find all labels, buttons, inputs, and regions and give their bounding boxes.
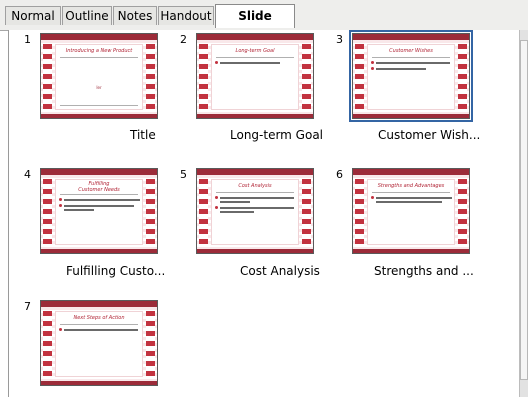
slide-thumb-subtitle: Ier bbox=[96, 85, 102, 90]
slide-number: 5 bbox=[180, 168, 187, 181]
slide-thumb-title: Fulfilling Customer Needs bbox=[78, 181, 120, 193]
view-tabbar: Normal Outline Notes Handout Slide Sorte… bbox=[0, 0, 528, 45]
slide-thumbnail-5[interactable]: Cost Analysis bbox=[196, 168, 314, 254]
slide-number: 2 bbox=[180, 33, 187, 46]
slide-caption: Strengths and ... bbox=[374, 264, 474, 278]
slide-number: 1 bbox=[24, 33, 31, 46]
slide-thumb-title: Long-term Goal bbox=[235, 48, 275, 54]
slide-thumbnail-1[interactable]: Introducing a New Product Ier bbox=[40, 33, 158, 119]
slide-caption: Customer Wish... bbox=[378, 128, 481, 142]
slide-thumb-title: Next Steps of Action bbox=[73, 315, 125, 321]
slide-thumbnail-4[interactable]: Fulfilling Customer Needs bbox=[40, 168, 158, 254]
tab-normal[interactable]: Normal bbox=[5, 6, 61, 25]
slide-thumbnail-6[interactable]: Strengths and Advantages bbox=[352, 168, 470, 254]
slide-caption: Title bbox=[130, 128, 156, 142]
slide-thumb-title: Introducing a New Product bbox=[65, 48, 133, 54]
slide-thumbnail-7[interactable]: Next Steps of Action bbox=[40, 300, 158, 386]
slide-caption: Long-term Goal bbox=[230, 128, 324, 142]
slide-number: 6 bbox=[336, 168, 343, 181]
tab-notes[interactable]: Notes bbox=[113, 6, 157, 25]
tab-slide-sorter[interactable]: Slide Sorter bbox=[215, 4, 295, 45]
slide-thumbnail-3[interactable]: Customer Wishes bbox=[349, 30, 473, 122]
slide-thumb-title: Customer Wishes bbox=[389, 48, 433, 54]
scrollbar-thumb[interactable] bbox=[520, 40, 528, 380]
slide-thumb-title: Strengths and Advantages bbox=[377, 183, 445, 189]
slide-thumb-title: Cost Analysis bbox=[238, 183, 272, 189]
tab-handout[interactable]: Handout bbox=[158, 6, 214, 25]
slide-number: 4 bbox=[24, 168, 31, 181]
tab-outline[interactable]: Outline bbox=[62, 6, 112, 25]
slide-caption: Fulfilling Custo... bbox=[66, 264, 166, 278]
slide-caption: Cost Analysis bbox=[240, 264, 320, 278]
slide-number: 7 bbox=[24, 300, 31, 313]
slide-thumbnail-2[interactable]: Long-term Goal bbox=[196, 33, 314, 119]
slide-number: 3 bbox=[336, 33, 343, 46]
